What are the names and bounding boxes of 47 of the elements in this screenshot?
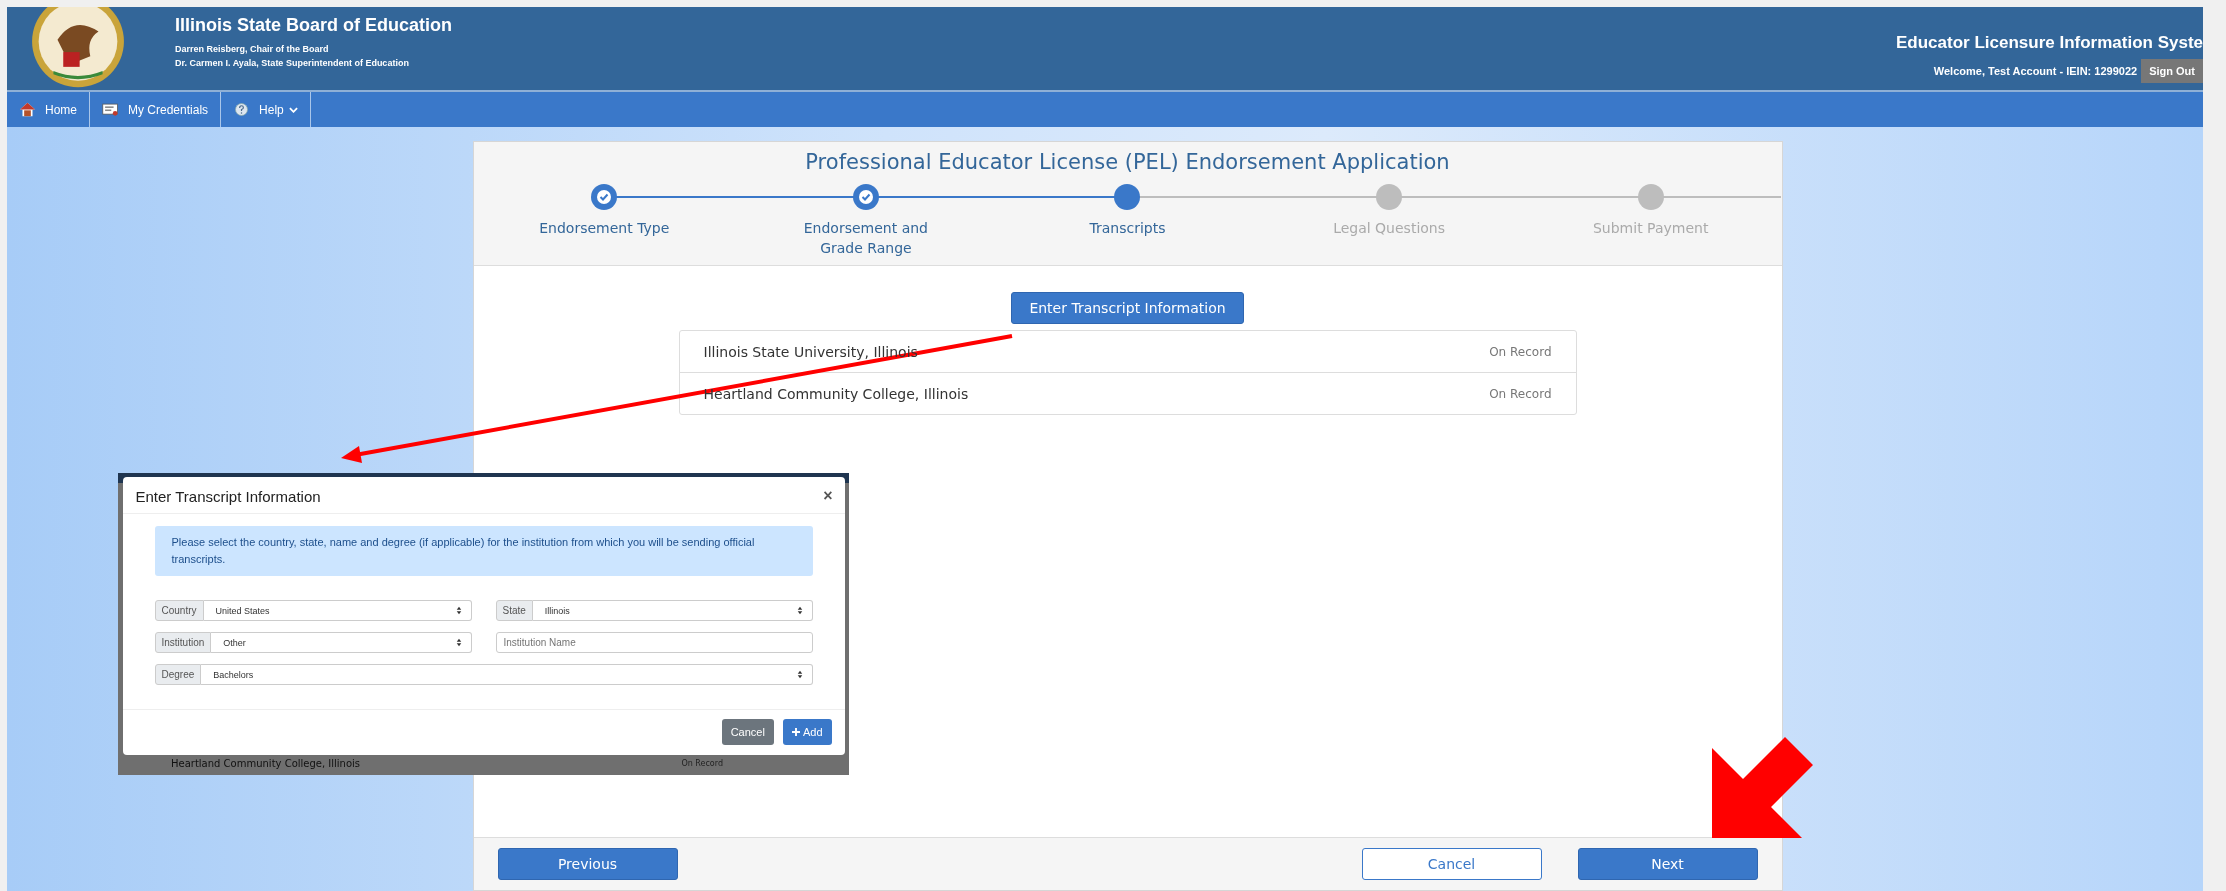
nav-item[interactable]: Help [221,92,311,127]
step-label: Submit Payment [1591,219,1710,238]
previous-button[interactable]: Previous [497,848,678,880]
modal-title: Enter Transcript Information [135,487,321,505]
field-label: Institution [154,632,212,653]
enter-transcript-button[interactable]: Enter Transcript Information [1011,292,1244,324]
transcript-status: On Record [1489,344,1552,359]
sign-out-button[interactable]: Sign Out [2141,59,2203,83]
dropdown-arrows-icon [796,606,803,615]
add-button[interactable]: Add [782,719,832,745]
field-label: Degree [154,664,202,685]
background-row-text: Heartland Community College, Illinois [171,757,361,769]
system-title: Educator Licensure Information Syste [1896,33,2203,53]
text-input-field[interactable]: Institution Name [495,632,813,653]
select-field[interactable]: Other [211,632,472,653]
institution-name: Heartland Community College, Illinois [703,385,969,402]
step-label: Legal Questions [1332,219,1446,238]
application-title: Professional Educator License (PEL) Endorsement Application [804,150,1451,174]
certificate-icon [102,102,119,117]
step-label: Endorsement and Grade Range [802,219,929,258]
field-label: Country [154,600,204,621]
dropdown-arrows-icon [455,606,462,615]
dropdown-arrows-icon [796,670,803,679]
background-row-status: On Record [681,758,723,768]
close-button[interactable]: × [823,487,833,505]
welcome-text: Welcome, Test Account - IEIN: 1299022 [1933,65,2138,77]
field-label: State [495,600,533,621]
transcript-status: On Record [1489,386,1552,401]
help-icon [233,102,251,117]
site-title: Illinois State Board of Education [175,15,453,36]
nav-item[interactable]: My Credentials [90,92,222,127]
step-label: Endorsement Type [538,219,671,238]
info-alert: Please select the country, state, name and degree (if applicable) for the institution from which you will be sending official transcripts. [154,526,813,576]
dropdown-arrows-icon [455,638,462,647]
select-field[interactable]: Illinois [532,600,813,621]
nav-item[interactable]: Home [7,92,90,127]
subtitle-text: Dr. Carmen I. Ayala, State Superintendent of Education [175,58,410,68]
step-label: Transcripts [1088,219,1167,238]
subtitle-text: Darren Reisberg, Chair of the Board [175,44,330,54]
select-field[interactable]: United States [203,600,472,621]
modal-cancel-button[interactable]: Cancel [721,719,774,745]
cancel-button[interactable]: Cancel [1361,848,1542,880]
institution-name: Illinois State University, Illinois [703,343,918,360]
select-field[interactable]: Bachelors [201,664,813,685]
house-icon [19,102,36,117]
next-button[interactable]: Next [1577,848,1758,880]
plus-icon [791,728,800,736]
